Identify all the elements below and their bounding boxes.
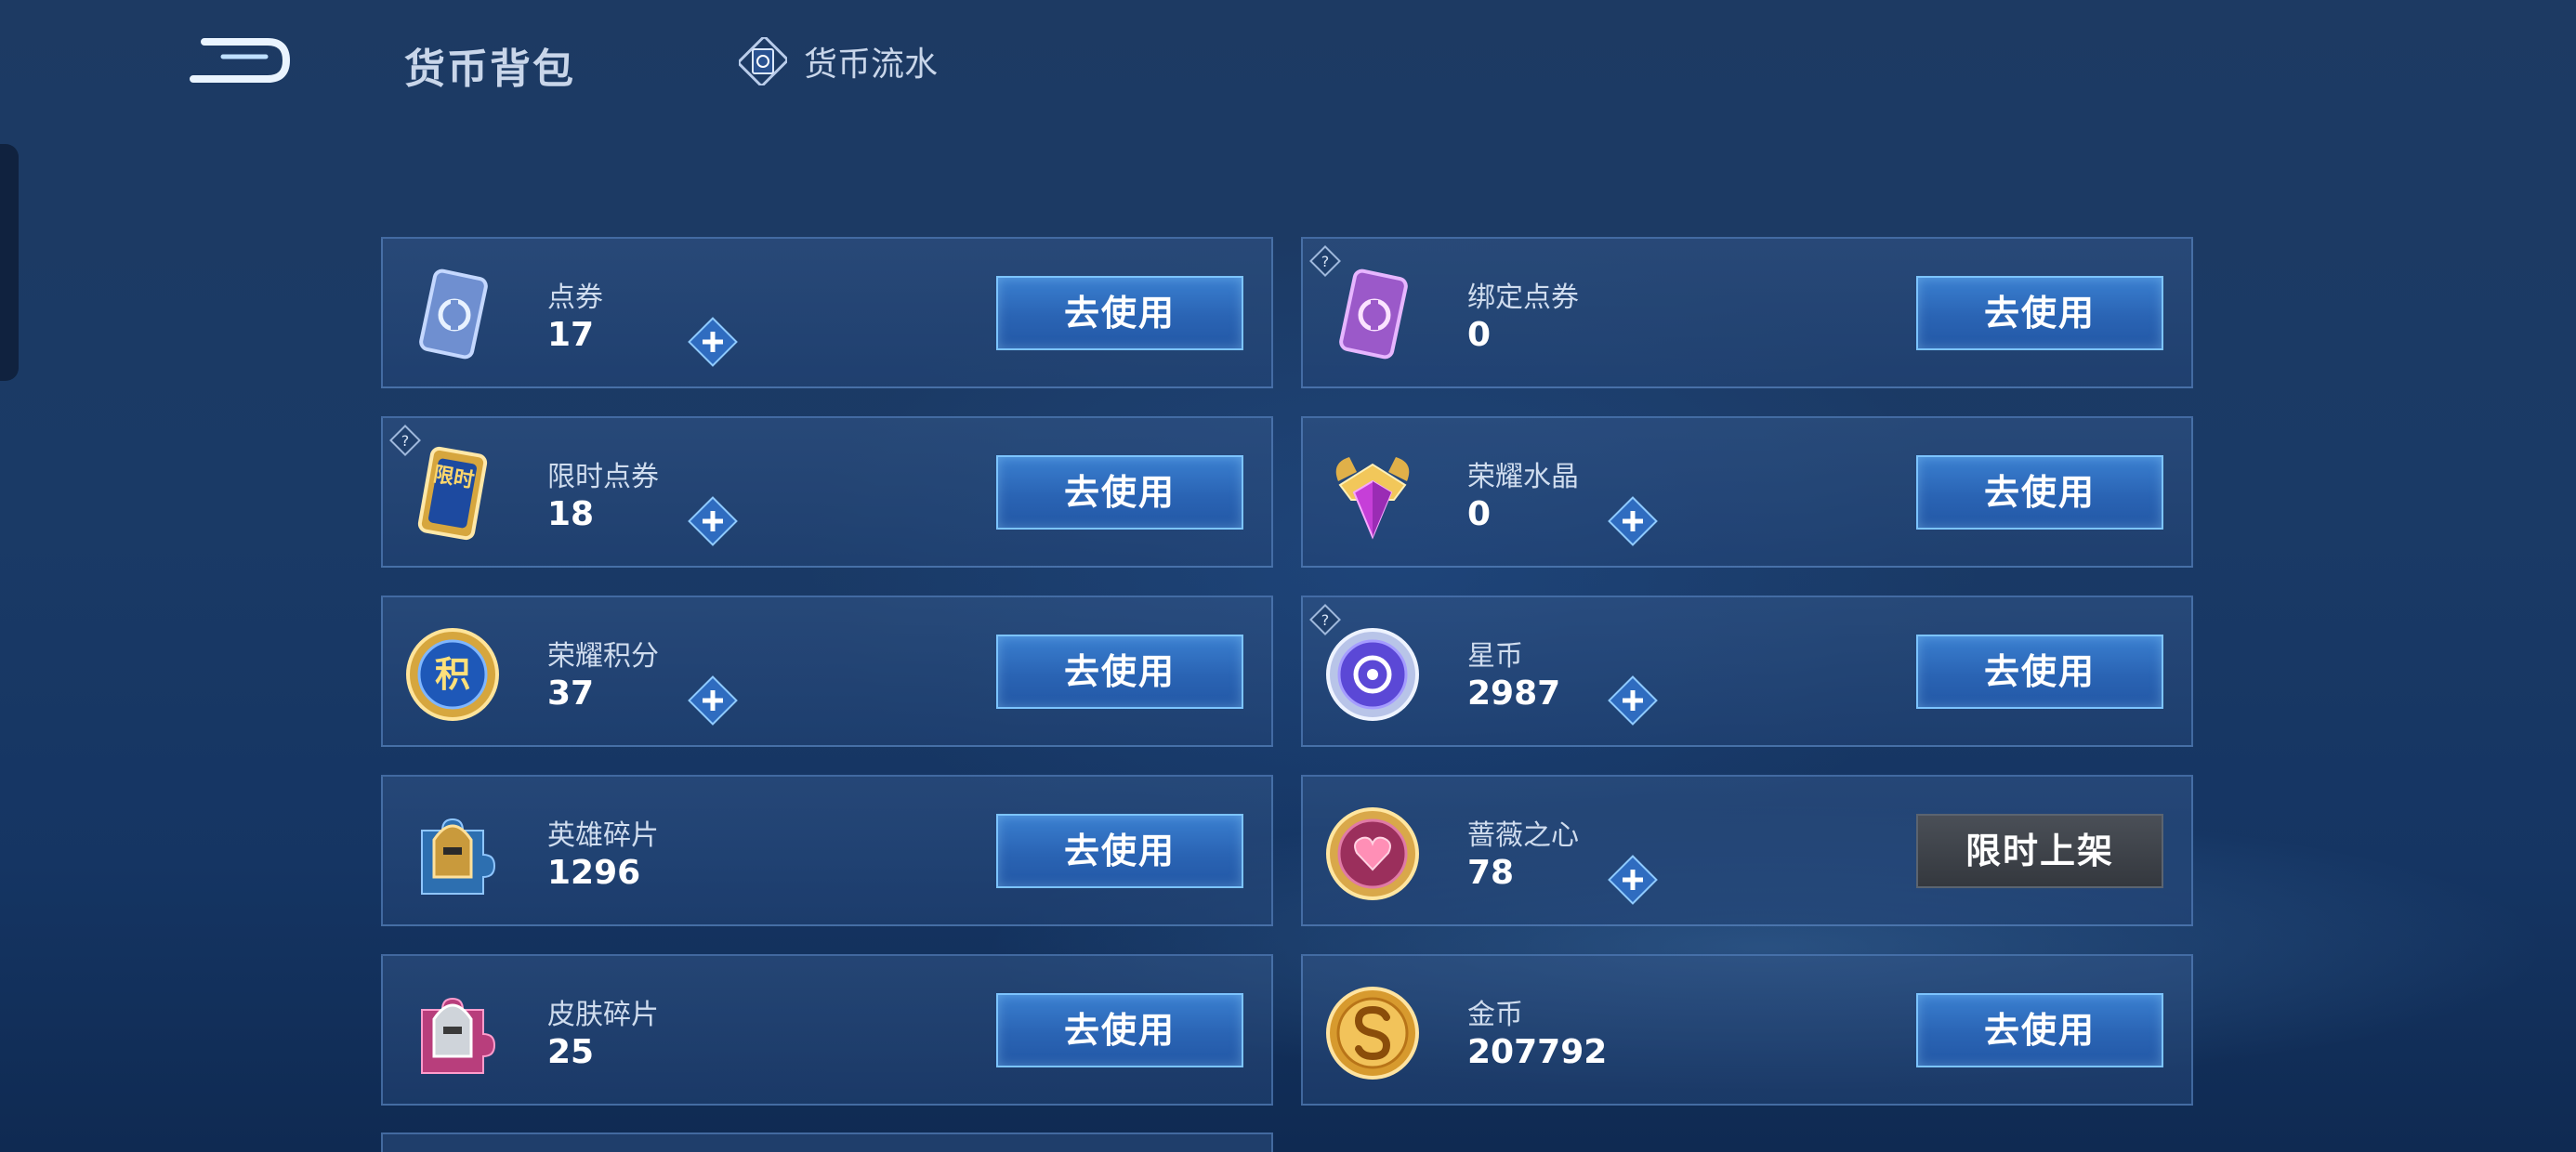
currency-name: 荣耀积分 <box>547 640 659 673</box>
hero-fragment-icon <box>421 818 496 895</box>
glory-points-icon-text: 积 <box>434 654 470 695</box>
use-button[interactable]: 去使用 <box>996 276 1243 350</box>
currency-card-glory-points: 积 荣耀积分 37 去使用 <box>381 596 1273 747</box>
currency-amount: 17 <box>547 316 595 354</box>
currency-card-skin-fragment: 皮肤碎片 25 去使用 <box>381 954 1273 1106</box>
ledger-icon <box>739 37 787 85</box>
currency-amount: 37 <box>547 674 595 713</box>
currency-amount: 0 <box>1467 495 1492 533</box>
use-button[interactable]: 去使用 <box>1916 635 2163 709</box>
bound-coupon-icon <box>1339 268 1408 360</box>
use-button[interactable]: 去使用 <box>996 635 1243 709</box>
currency-flow-link[interactable]: 货币流水 <box>739 35 938 87</box>
currency-name: 星币 <box>1467 640 1523 673</box>
currency-name: 英雄碎片 <box>547 819 659 852</box>
add-icon[interactable] <box>1605 493 1661 549</box>
currency-card-gold-coin: 金币 207792 去使用 <box>1301 954 2193 1106</box>
currency-card-coupon: 点券 17 去使用 <box>381 237 1273 388</box>
currency-card-partial <box>381 1132 1273 1152</box>
currency-name: 绑定点券 <box>1467 281 1579 314</box>
add-icon[interactable] <box>685 493 741 549</box>
limited-listing-button[interactable]: 限时上架 <box>1916 814 2163 888</box>
skin-fragment-icon <box>421 997 496 1074</box>
currency-amount: 78 <box>1467 854 1515 892</box>
page-title: 货币背包 <box>404 46 575 93</box>
add-icon[interactable] <box>1605 852 1661 908</box>
back-button[interactable] <box>186 33 293 88</box>
currency-name: 荣耀水晶 <box>1467 461 1579 493</box>
currency-card-glory-crystal: 荣耀水晶 0 去使用 <box>1301 416 2193 568</box>
coupon-icon <box>419 268 488 360</box>
gold-coin-icon <box>1326 987 1419 1080</box>
currency-amount: 1296 <box>547 854 641 892</box>
side-drawer-tab[interactable] <box>0 144 19 381</box>
currency-amount: 2987 <box>1467 674 1561 713</box>
star-coin-icon <box>1326 628 1419 721</box>
use-button[interactable]: 去使用 <box>996 455 1243 530</box>
add-icon[interactable] <box>1605 673 1661 728</box>
currency-card-hero-fragment: 英雄碎片 1296 去使用 <box>381 775 1273 926</box>
limited-coupon-icon: 限时 <box>401 444 504 546</box>
glory-crystal-icon <box>1335 457 1410 540</box>
use-button[interactable]: 去使用 <box>1916 276 2163 350</box>
add-icon[interactable] <box>685 314 741 370</box>
currency-card-bound-coupon: ? 绑定点券 0 去使用 <box>1301 237 2193 388</box>
use-button[interactable]: 去使用 <box>996 814 1243 888</box>
currency-card-rose-heart: 蔷薇之心 78 限时上架 <box>1301 775 2193 926</box>
currency-name: 点券 <box>547 281 603 314</box>
use-button[interactable]: 去使用 <box>996 993 1243 1067</box>
back-arrow-icon <box>190 38 291 83</box>
currency-name: 蔷薇之心 <box>1467 819 1579 852</box>
currency-name: 限时点券 <box>547 461 659 493</box>
currency-name: 金币 <box>1467 999 1523 1031</box>
currency-amount: 25 <box>547 1033 595 1071</box>
glory-points-icon: 积 <box>401 623 504 726</box>
currency-flow-label: 货币流水 <box>804 46 939 84</box>
currency-amount: 0 <box>1467 316 1492 354</box>
rose-heart-icon <box>1326 807 1419 900</box>
currency-name: 皮肤碎片 <box>547 999 659 1031</box>
use-button[interactable]: 去使用 <box>1916 993 2163 1067</box>
currency-amount: 18 <box>547 495 595 533</box>
currency-amount: 207792 <box>1467 1033 1608 1071</box>
currency-card-star-coin: ? 星币 2987 去使用 <box>1301 596 2193 747</box>
currency-card-limited-coupon: ? 限时 限时点券 18 去使用 <box>381 416 1273 568</box>
add-icon[interactable] <box>685 673 741 728</box>
use-button[interactable]: 去使用 <box>1916 455 2163 530</box>
